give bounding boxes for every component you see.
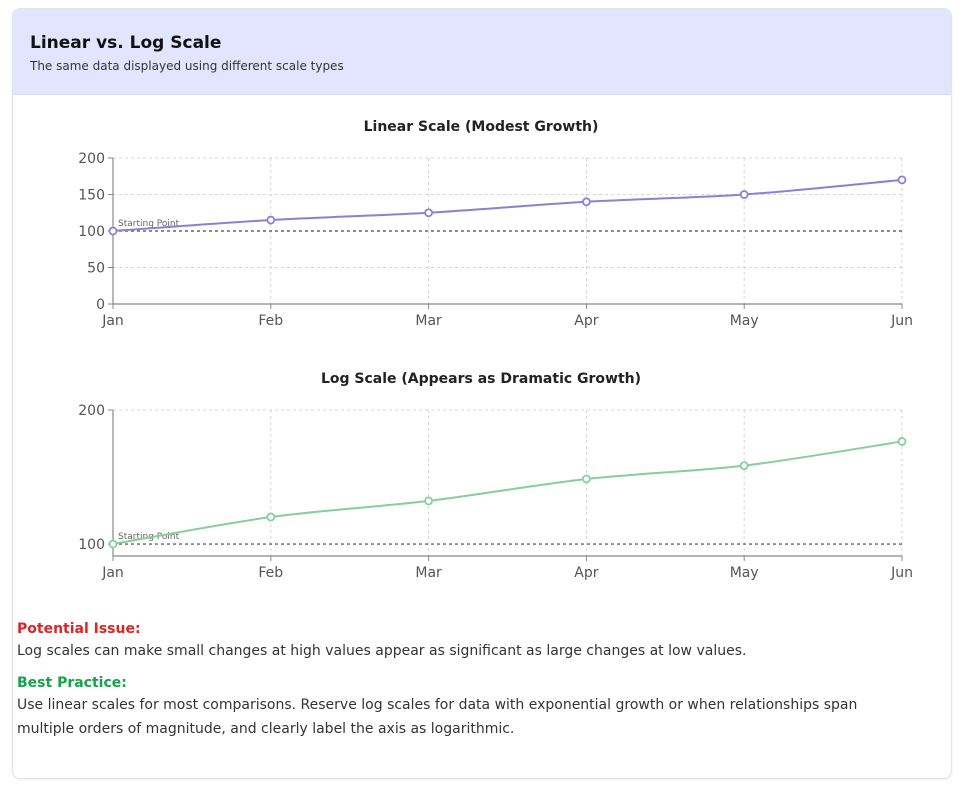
x-tick-label: Feb	[258, 565, 283, 581]
chart-title: Log Scale (Appears as Dramatic Growth)	[321, 371, 641, 387]
data-point	[266, 512, 276, 522]
x-tick-label: Mar	[415, 313, 442, 329]
card-header: Linear vs. Log Scale The same data displ…	[13, 9, 951, 95]
notes-section: Potential Issue: Log scales can make sma…	[17, 619, 917, 741]
data-point	[108, 539, 118, 549]
page-subtitle: The same data displayed using different …	[30, 59, 344, 73]
y-tick-label: 200	[78, 403, 105, 419]
data-point	[582, 197, 591, 207]
x-tick-label: Feb	[258, 313, 283, 329]
data-point	[266, 215, 276, 225]
x-tick-label: Jun	[890, 565, 913, 581]
series-line	[112, 440, 903, 546]
x-tick-label: Jan	[101, 565, 124, 581]
y-tick-label: 50	[87, 261, 105, 277]
series-line	[112, 178, 903, 232]
practice-heading: Best Practice:	[17, 675, 127, 691]
y-tick-label: 100	[78, 537, 105, 553]
page-title: Linear vs. Log Scale	[30, 33, 222, 53]
y-tick-label: 0	[96, 297, 105, 313]
x-tick-label: Jun	[890, 313, 913, 329]
chart-title: Linear Scale (Modest Growth)	[364, 119, 599, 135]
x-tick-label: Jan	[101, 313, 124, 329]
practice-text: Use linear scales for most comparisons. …	[17, 697, 858, 737]
data-point	[424, 208, 434, 218]
data-point	[424, 496, 434, 506]
issue-heading: Potential Issue:	[17, 621, 141, 637]
y-tick-label: 100	[78, 224, 105, 240]
x-tick-label: May	[730, 565, 759, 581]
x-tick-label: May	[730, 313, 759, 329]
y-tick-label: 200	[78, 151, 105, 167]
data-point	[897, 437, 907, 446]
data-point	[108, 226, 118, 236]
data-point	[739, 461, 749, 471]
y-tick-label: 150	[78, 188, 105, 204]
x-tick-label: Apr	[574, 565, 598, 581]
linear-scale-chart: Linear Scale (Modest Growth) 0 50 100 150 200…	[78, 119, 913, 329]
issue-text: Log scales can make small changes at hig…	[17, 643, 747, 659]
log-scale-chart: Log Scale (Appears as Dramatic Growth) 10…	[78, 371, 913, 581]
data-point	[897, 175, 907, 185]
data-point	[739, 190, 749, 199]
data-point	[582, 474, 591, 484]
x-tick-label: Apr	[574, 313, 598, 329]
x-tick-label: Mar	[415, 565, 442, 581]
